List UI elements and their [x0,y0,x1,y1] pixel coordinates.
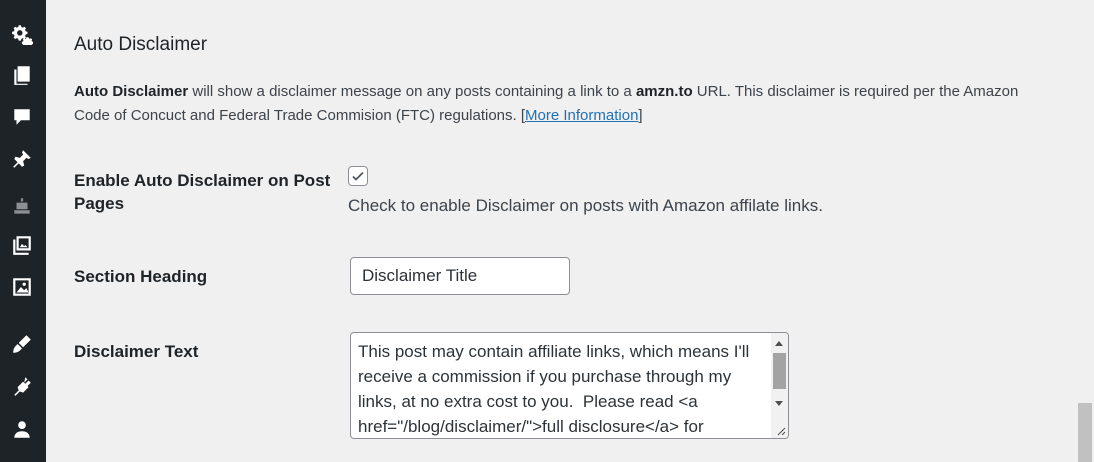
page-scroll-thumb[interactable] [1078,403,1092,462]
plugin-icon[interactable] [10,374,34,398]
section-description: Auto Disclaimer will show a disclaimer m… [74,80,1034,128]
scroll-up-icon[interactable] [775,341,783,346]
desc-text-1: will show a disclaimer message on any po… [188,83,636,100]
enable-disclaimer-description: Check to enable Disclaimer on posts with… [348,196,823,215]
desc-strong-name: Auto Disclaimer [74,83,189,100]
disclaimer-text-area[interactable]: This post may contain affiliate links, w… [350,332,789,439]
admin-sidebar [0,0,46,462]
brush-icon[interactable] [10,332,34,356]
section-heading-input[interactable] [350,257,570,295]
checkmark-icon [352,171,364,181]
more-information-link[interactable]: More Information [525,107,638,124]
page-scrollbar[interactable] [1076,0,1094,462]
enable-disclaimer-checkbox[interactable] [348,166,368,186]
desc-strong-domain: amzn.to [635,83,693,100]
comments-icon[interactable] [10,105,34,129]
disclaimer-text-value[interactable]: This post may contain affiliate links, w… [358,339,766,438]
user-icon[interactable] [10,417,34,441]
resize-handle-icon[interactable] [776,426,786,436]
pin-icon[interactable] [10,147,34,171]
settings-icon[interactable] [10,22,34,46]
robot-icon[interactable] [10,195,34,219]
disclaimer-text-label: Disclaimer Text [74,342,199,361]
section-heading-label: Section Heading [74,267,208,286]
image-icon[interactable] [10,275,34,299]
textarea-scroll-thumb[interactable] [773,353,786,389]
desc-text-3: ] [638,107,643,124]
textarea-scrollbar[interactable] [771,333,788,438]
gallery-icon[interactable] [10,233,34,257]
pages-icon[interactable] [10,63,34,87]
scroll-down-icon[interactable] [775,401,783,406]
enable-disclaimer-label: Enable Auto Disclaimer on Post Pages [74,171,331,213]
section-title: Auto Disclaimer [74,34,208,55]
